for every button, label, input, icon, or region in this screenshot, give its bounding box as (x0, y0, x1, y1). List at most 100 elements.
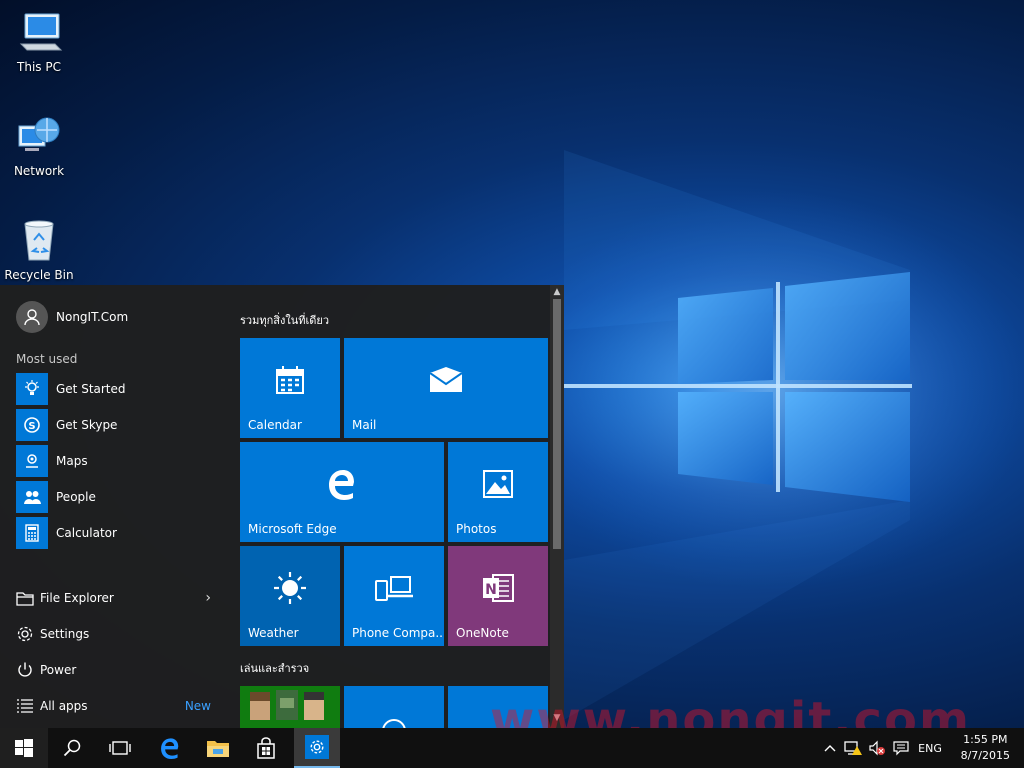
app-label: Maps (56, 454, 88, 468)
maps-icon (16, 445, 48, 477)
scroll-down-icon[interactable]: ▼ (550, 713, 564, 723)
tile-photos[interactable]: Photos (448, 442, 548, 542)
task-view-icon (109, 741, 131, 755)
settings-label: Settings (40, 627, 90, 641)
clock-time: 1:55 PM (963, 733, 1008, 746)
phone-laptop-icon (375, 576, 413, 601)
start-menu: NongIT.Com Most used Get Started S Get S… (0, 285, 564, 728)
start-scrollbar[interactable]: ▲ ▼ (550, 285, 564, 728)
recycle-bin-icon (24, 220, 54, 261)
app-item-get-started[interactable]: Get Started (16, 373, 221, 405)
app-label: Get Started (56, 382, 126, 396)
app-item-people[interactable]: People (16, 481, 221, 513)
mail-icon (429, 367, 463, 392)
computer-icon (19, 13, 63, 51)
people-icon (16, 481, 48, 513)
volume-tray-button[interactable] (866, 728, 888, 768)
notification-icon (893, 741, 909, 756)
calculator-icon (16, 517, 48, 549)
tile-label: Calendar (248, 418, 302, 432)
action-center-button[interactable] (890, 728, 912, 768)
volume-muted-icon (869, 740, 885, 756)
desktop-icon-recycle-bin[interactable]: Recycle Bin (0, 218, 78, 282)
tile-calendar[interactable]: Calendar (240, 338, 340, 438)
photo-icon (483, 470, 513, 498)
list-icon (17, 699, 33, 713)
file-explorer-label: File Explorer (40, 591, 114, 605)
tile-label: Weather (248, 626, 299, 640)
power-icon (18, 662, 32, 677)
chevron-up-icon (824, 745, 836, 752)
desktop-icon-label: Recycle Bin (4, 268, 74, 282)
onenote-icon: N (483, 574, 514, 602)
tile-label: Photos (456, 522, 497, 536)
tile-label: OneNote (456, 626, 509, 640)
gear-icon (305, 735, 329, 759)
tile-phone-companion[interactable]: Phone Compa... (344, 546, 444, 646)
sun-icon (274, 572, 306, 604)
all-apps-button[interactable]: All apps New (16, 694, 221, 718)
tile-label: Mail (352, 418, 377, 432)
desktop-icon-label: This PC (17, 60, 61, 74)
clock-date: 8/7/2015 (960, 749, 1010, 762)
taskbar: ENG 1:55 PM 8/7/2015 (0, 728, 1024, 768)
app-item-maps[interactable]: Maps (16, 445, 221, 477)
user-account-button[interactable]: NongIT.Com (16, 301, 128, 333)
clock[interactable]: 1:55 PM 8/7/2015 (961, 732, 1010, 764)
folder-icon (16, 592, 34, 606)
power-button[interactable]: Power (16, 658, 221, 682)
user-icon (24, 309, 40, 326)
app-label: Calculator (56, 526, 117, 540)
language-indicator[interactable]: ENG (914, 728, 946, 768)
gear-icon (17, 626, 33, 642)
lightbulb-icon (16, 373, 48, 405)
taskbar-file-explorer[interactable] (194, 728, 242, 768)
tile-microsoft-edge[interactable]: Microsoft Edge (240, 442, 444, 542)
edge-icon (161, 738, 179, 759)
tile-group-label: เล่นและสำรวจ (240, 662, 310, 675)
tile-movies[interactable] (448, 686, 548, 728)
calendar-icon (276, 366, 304, 394)
taskbar-settings[interactable] (294, 728, 340, 768)
tile-label: Microsoft Edge (248, 522, 337, 536)
settings-button[interactable]: Settings (16, 622, 221, 646)
tile-onenote[interactable]: N OneNote (448, 546, 548, 646)
taskbar-store[interactable] (242, 728, 290, 768)
search-button[interactable] (48, 728, 96, 768)
start-left-column: NongIT.Com Most used Get Started S Get S… (0, 285, 230, 728)
user-name: NongIT.Com (56, 310, 129, 324)
scroll-thumb[interactable] (553, 299, 561, 549)
xbox-avatars-icon (250, 690, 324, 720)
skype-icon: S (16, 409, 48, 441)
search-icon (63, 739, 81, 757)
music-icon (382, 719, 406, 728)
tray-overflow-button[interactable] (820, 728, 840, 768)
network-tray-button[interactable] (842, 728, 864, 768)
windows-logo-icon (15, 739, 33, 757)
task-view-button[interactable] (96, 728, 144, 768)
new-badge: New (184, 699, 211, 713)
network-icon (18, 117, 60, 151)
tile-group-label: รวมทุกสิ่งในที่เดียว (240, 314, 329, 327)
tile-mail[interactable]: Mail (344, 338, 548, 438)
tile-xbox[interactable] (240, 686, 340, 728)
app-item-calculator[interactable]: Calculator (16, 517, 221, 549)
avatar (16, 301, 48, 333)
app-item-get-skype[interactable]: S Get Skype (16, 409, 221, 441)
tile-groove[interactable] (344, 686, 444, 728)
start-button[interactable] (0, 728, 48, 768)
desktop-icon-network[interactable]: Network (0, 114, 78, 178)
taskbar-edge[interactable] (146, 728, 194, 768)
file-explorer-button[interactable]: File Explorer › (16, 586, 221, 610)
desktop-icon-this-pc[interactable]: This PC (0, 10, 78, 74)
store-icon (257, 737, 275, 759)
app-label: Get Skype (56, 418, 118, 432)
svg-text:S: S (28, 421, 35, 432)
edge-icon (329, 470, 354, 500)
tile-label: Phone Compa... (352, 626, 444, 640)
folder-icon (207, 741, 229, 757)
scroll-up-icon[interactable]: ▲ (550, 287, 564, 297)
desktop-icon-label: Network (13, 164, 65, 178)
chevron-right-icon[interactable]: › (205, 590, 211, 606)
tile-weather[interactable]: Weather (240, 546, 340, 646)
